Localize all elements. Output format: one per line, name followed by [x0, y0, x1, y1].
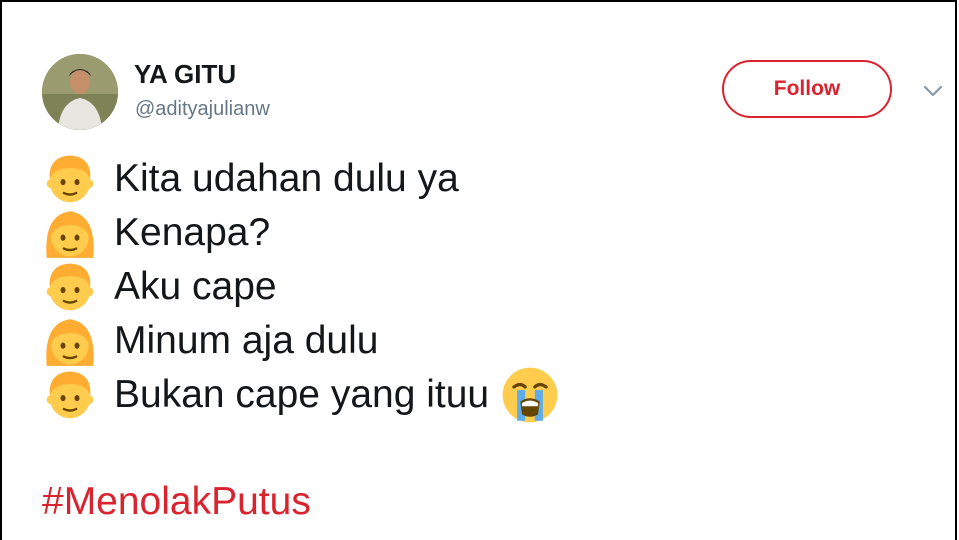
dialog-line: Minum aja dulu [42, 314, 942, 368]
hashtag-link[interactable]: #MenolakPutus [42, 480, 311, 524]
tweet-text: Kita udahan dulu ya Kenapa? Aku cape Min… [42, 152, 942, 422]
boy-face-icon [42, 151, 98, 207]
boy-face-icon [42, 259, 98, 315]
follow-button[interactable]: Follow [722, 60, 892, 118]
avatar-photo [42, 54, 118, 130]
dialog-line-text: Kenapa? [114, 211, 271, 254]
avatar[interactable] [42, 54, 118, 130]
dialog-line: Bukan cape yang ituu [42, 368, 942, 422]
author-handle[interactable]: @adityajulianw [135, 98, 270, 121]
dialog-line: Kita udahan dulu ya [42, 152, 942, 206]
dialog-line: Aku cape [42, 260, 942, 314]
dialog-line-text: Bukan cape yang ituu [114, 373, 490, 416]
author-name[interactable]: YA GITU [134, 59, 236, 90]
dialog-line: Kenapa? [42, 206, 942, 260]
dialog-line-text: Minum aja dulu [114, 319, 379, 362]
chevron-down-icon[interactable] [920, 78, 946, 104]
tweet-card: YA GITU @adityajulianw Follow Kita udaha… [0, 0, 957, 540]
dialog-line-text: Aku cape [114, 265, 277, 308]
loudly-crying-face-icon [501, 366, 559, 424]
dialog-line-text: Kita udahan dulu ya [114, 157, 459, 200]
girl-face-icon [42, 313, 98, 369]
girl-face-icon [42, 205, 98, 261]
boy-face-icon [42, 367, 98, 423]
